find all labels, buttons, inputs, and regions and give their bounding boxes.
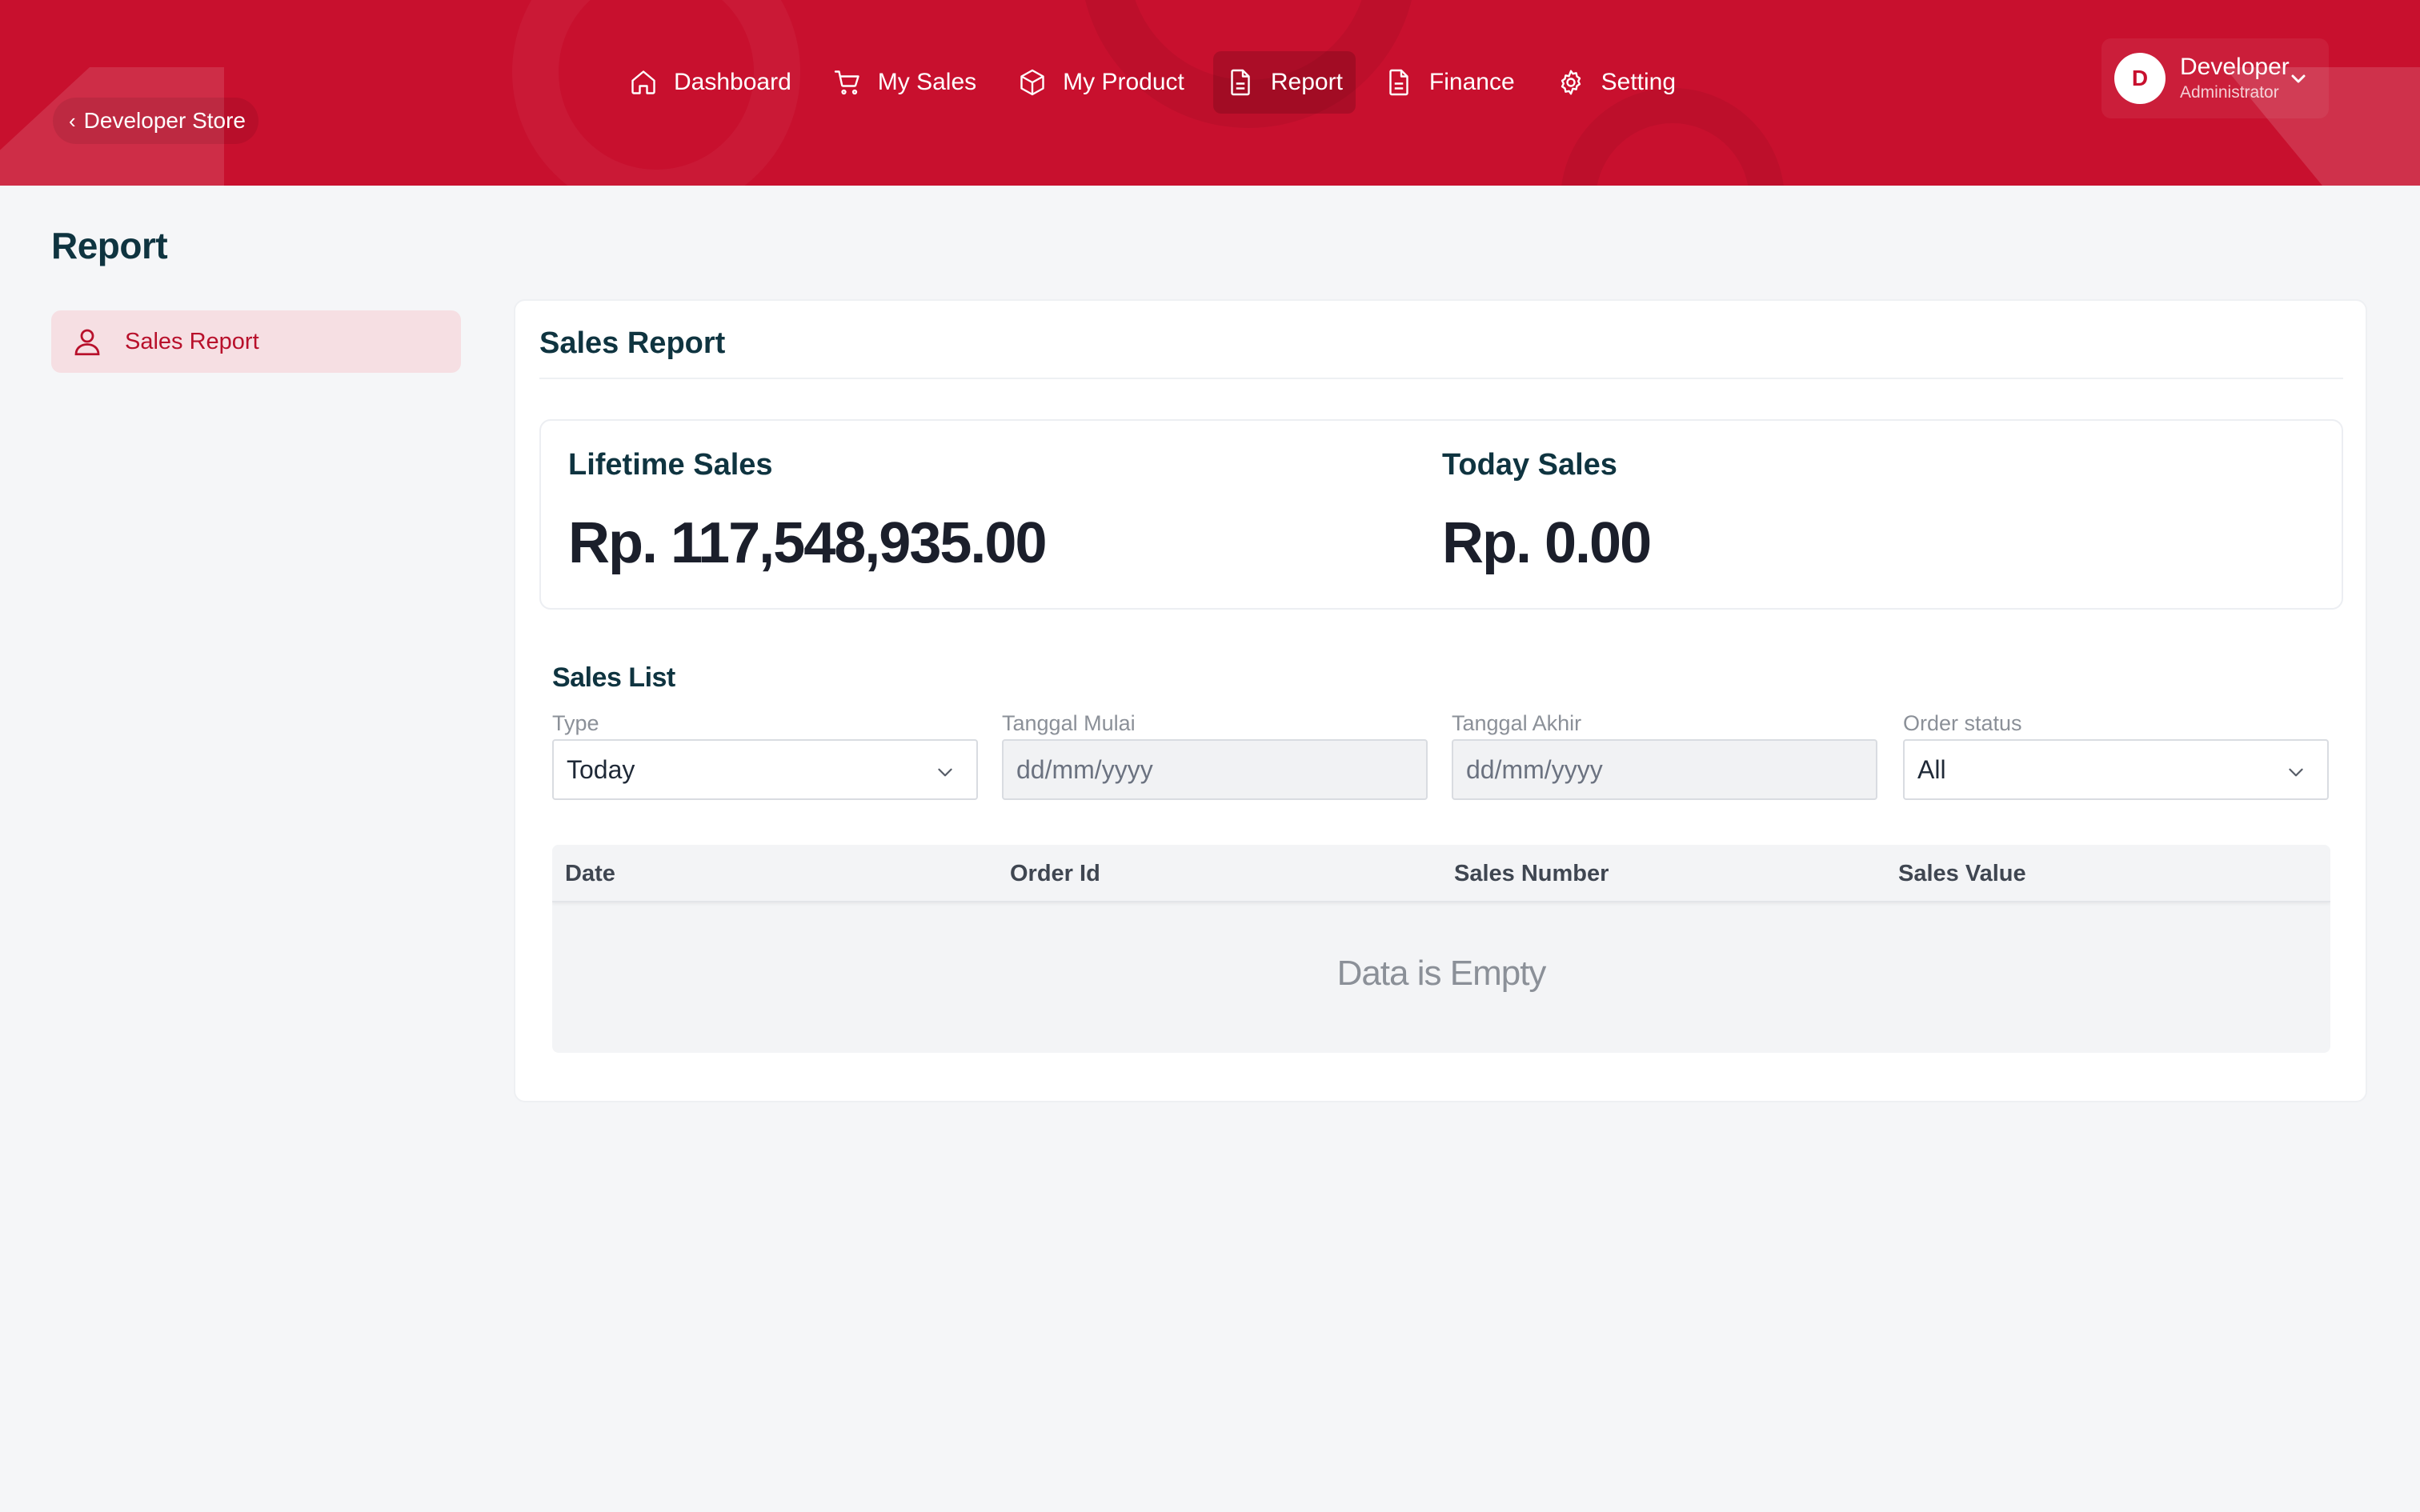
document-icon xyxy=(1231,69,1250,96)
column-header-sales-number[interactable]: Sales Number xyxy=(1454,845,1609,902)
nav-label: My Sales xyxy=(877,69,977,95)
stat-label: Lifetime Sales xyxy=(568,448,773,482)
nav-item-report[interactable]: Report xyxy=(1212,51,1356,114)
page-title: Report xyxy=(51,225,168,266)
box-icon xyxy=(1020,69,1044,96)
nav-label: Finance xyxy=(1428,69,1515,95)
start-date-input[interactable]: dd/mm/yyyy xyxy=(1002,739,1428,800)
user-info: Developer Administrator xyxy=(2180,53,2290,104)
empty-state-message: Data is Empty xyxy=(1336,954,1547,993)
filter-label: Tanggal Mulai xyxy=(1002,711,1136,735)
chevron-down-icon xyxy=(2289,768,2303,777)
column-header-order-id[interactable]: Order Id xyxy=(1010,845,1100,902)
chevron-down-icon xyxy=(938,768,952,777)
gear-icon xyxy=(1561,70,1581,95)
filter-label: Type xyxy=(552,711,599,735)
nav-label: Report xyxy=(1270,69,1343,95)
sales-list-title: Sales List xyxy=(552,662,675,693)
nav-item-my-product[interactable]: My Product xyxy=(1005,51,1197,114)
cart-icon xyxy=(834,70,859,95)
sidebar-item-sales-report[interactable]: Sales Report xyxy=(51,310,461,373)
end-date-filter: Tanggal Akhir dd/mm/yyyy xyxy=(1452,709,1877,800)
nav-label: Dashboard xyxy=(674,69,791,95)
sales-table: Date Order Id Sales Number Sales Value D… xyxy=(552,845,2330,1053)
type-filter: Type Today xyxy=(552,709,978,800)
select-value: Today xyxy=(567,754,635,784)
stat-value: Rp. 0.00 xyxy=(1442,511,1652,575)
order-status-filter: Order status All xyxy=(1903,709,2329,800)
document-icon xyxy=(1389,69,1408,96)
top-header: ‹ Developer Store Dashboard My Sales My … xyxy=(0,0,2420,186)
back-to-store-button[interactable]: ‹ Developer Store xyxy=(53,98,259,144)
user-role: Administrator xyxy=(2180,83,2279,102)
nav-item-dashboard[interactable]: Dashboard xyxy=(616,51,804,114)
start-date-filter: Tanggal Mulai dd/mm/yyyy xyxy=(1002,709,1428,800)
user-menu-button[interactable]: D Developer Administrator xyxy=(2101,38,2329,118)
table-header: Date Order Id Sales Number Sales Value xyxy=(552,845,2330,902)
sales-report-card: Sales Report Lifetime Sales Rp. 117,548,… xyxy=(514,299,2367,1102)
stat-label: Today Sales xyxy=(1442,448,1617,482)
home-icon xyxy=(631,70,655,94)
select-value: All xyxy=(1917,754,1946,784)
card-title: Sales Report xyxy=(539,326,726,360)
main-nav: Dashboard My Sales My Product Report Fin… xyxy=(616,51,1689,114)
user-name: Developer xyxy=(2180,54,2290,80)
order-status-select[interactable]: All xyxy=(1903,739,2329,800)
sidebar-item-label: Sales Report xyxy=(125,328,259,354)
nav-item-finance[interactable]: Finance xyxy=(1372,51,1528,114)
sales-summary: Lifetime Sales Rp. 117,548,935.00 Today … xyxy=(539,419,2343,610)
stat-value: Rp. 117,548,935.00 xyxy=(568,511,1047,575)
avatar: D xyxy=(2114,53,2166,104)
column-header-sales-value[interactable]: Sales Value xyxy=(1898,845,2026,902)
nav-item-my-sales[interactable]: My Sales xyxy=(820,51,989,114)
user-icon xyxy=(74,329,100,356)
nav-item-setting[interactable]: Setting xyxy=(1544,51,1689,114)
filter-label: Order status xyxy=(1903,711,2022,735)
chevron-left-icon: ‹ xyxy=(69,109,76,133)
type-select[interactable]: Today xyxy=(552,739,978,800)
filter-label: Tanggal Akhir xyxy=(1452,711,1582,735)
nav-label: My Product xyxy=(1063,69,1184,95)
nav-label: Setting xyxy=(1601,69,1677,95)
end-date-input[interactable]: dd/mm/yyyy xyxy=(1452,739,1877,800)
divider xyxy=(539,378,2343,379)
column-header-date[interactable]: Date xyxy=(565,845,615,902)
store-name: Developer Store xyxy=(83,108,246,133)
chevron-down-icon xyxy=(2291,74,2306,83)
